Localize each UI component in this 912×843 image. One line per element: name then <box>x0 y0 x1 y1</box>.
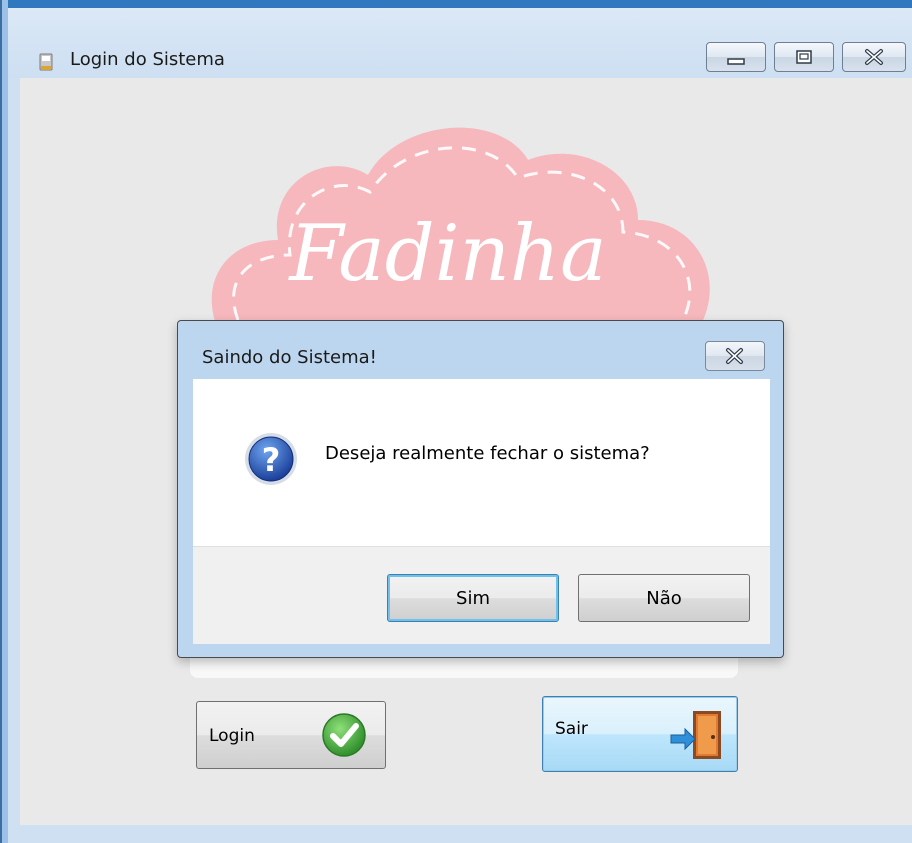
svg-text:?: ? <box>262 441 281 479</box>
dialog-message: Deseja realmente fechar o sistema? <box>325 443 650 464</box>
window-titlebar[interactable]: Login do Sistema <box>8 8 912 78</box>
dialog-footer: Sim Não <box>193 546 770 644</box>
minimize-icon <box>727 58 745 65</box>
app-window-icon <box>39 53 53 71</box>
dialog-title: Saindo do Sistema! <box>202 347 377 368</box>
yes-button[interactable]: Sim <box>387 574 559 622</box>
window-title: Login do Sistema <box>70 49 225 70</box>
dialog-close-button[interactable] <box>705 341 765 371</box>
door-exit-icon <box>670 711 721 759</box>
exit-confirm-dialog: Saindo do Sistema! ? Deseja realmente fe… <box>177 320 784 658</box>
close-icon <box>865 49 883 65</box>
check-icon <box>322 713 366 757</box>
login-button[interactable]: Login <box>196 701 386 769</box>
dialog-body: ? Deseja realmente fechar o sistema? <box>193 379 770 546</box>
maximize-button[interactable] <box>774 42 834 72</box>
window-bottom-frame <box>8 825 912 843</box>
maximize-icon <box>796 50 812 64</box>
close-icon <box>726 348 743 364</box>
fadinha-logo: Fadinha <box>211 127 710 330</box>
no-button[interactable]: Não <box>578 574 750 622</box>
exit-button-label: Sair <box>555 719 588 739</box>
minimize-button[interactable] <box>706 42 766 72</box>
logo-text: Fadinha <box>287 209 606 299</box>
exit-button[interactable]: Sair <box>542 696 738 772</box>
login-button-label: Login <box>209 726 255 746</box>
question-icon: ? <box>245 433 297 485</box>
window-close-button[interactable] <box>842 42 906 72</box>
